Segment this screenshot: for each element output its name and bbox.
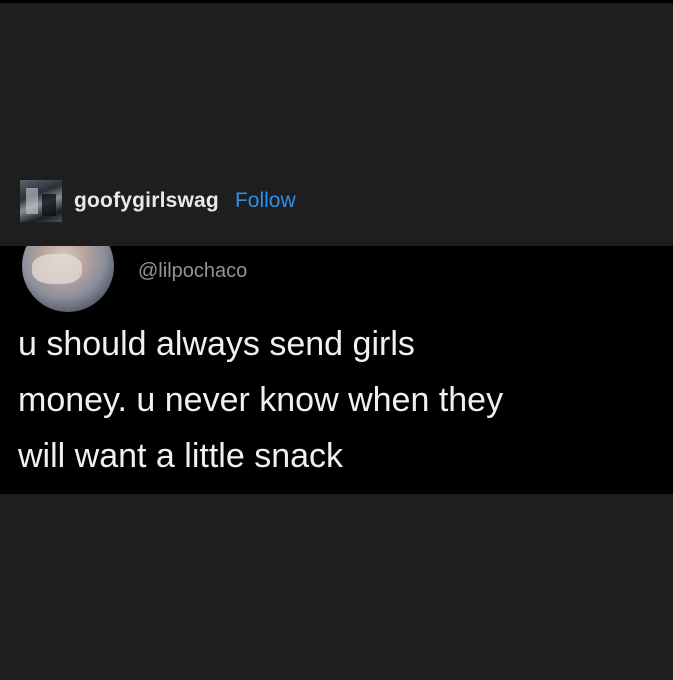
tweet-text: u should always send girls money. u neve… [18, 325, 504, 475]
post-header: goofygirlswag Follow [20, 178, 296, 224]
user-avatar[interactable] [20, 180, 62, 222]
top-border [0, 0, 673, 3]
tweet-avatar [22, 246, 114, 312]
username[interactable]: goofygirlswag [74, 189, 219, 213]
tweet-handle: @lilpochaco [138, 260, 248, 282]
follow-button[interactable]: Follow [235, 189, 296, 213]
tweet-screenshot: @lilpochaco u should always send girls m… [0, 246, 673, 494]
